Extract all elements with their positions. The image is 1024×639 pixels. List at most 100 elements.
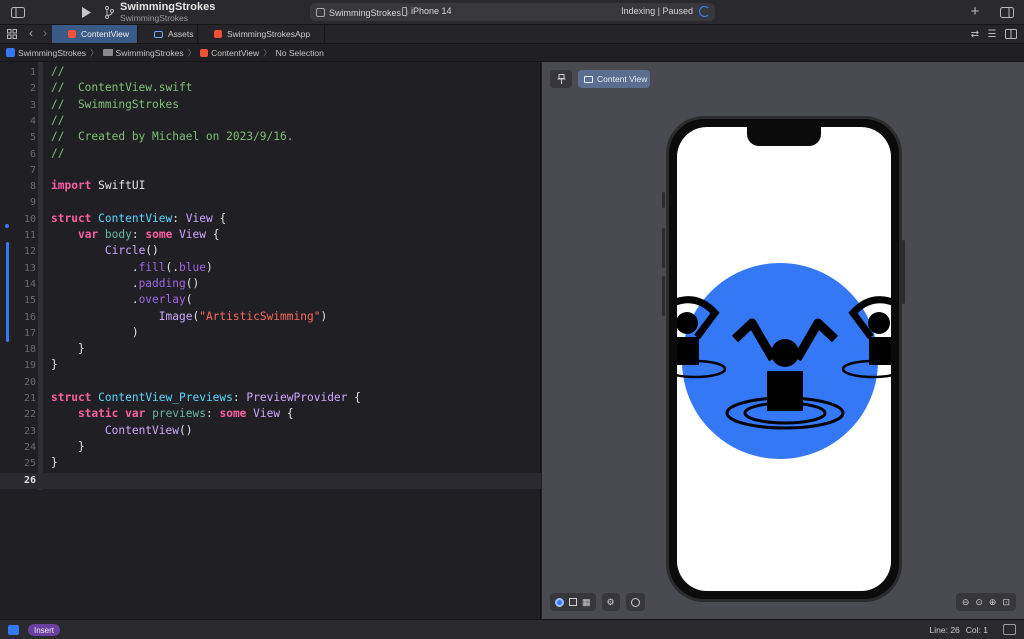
code-text: .overlay( [51,293,193,307]
line-number: 14 [23,278,36,290]
zoom-actual-icon[interactable]: ⊙ [975,597,983,608]
source-control-branch-icon[interactable] [100,4,118,20]
code-line[interactable]: 17 ) [0,326,541,342]
scheme-target[interactable]: SwimmingStrokes 〉 [316,6,414,19]
pin-icon[interactable] [550,70,572,88]
canvas-mode-group: ▦ [550,593,596,611]
related-items-icon[interactable]: ⇄ [966,26,984,42]
code-line[interactable]: 6 // [0,147,541,163]
tab-assets[interactable]: Assets [138,25,198,43]
sidebar-toggle-icon[interactable] [9,4,27,20]
code-line[interactable]: 9 [0,195,541,211]
code-text: } [51,342,85,356]
code-text: struct ContentView_Previews: PreviewProv… [51,391,361,404]
split-editor-icon[interactable] [1002,26,1020,42]
zoom-in-icon[interactable]: ⊕ [989,597,997,608]
code-line[interactable]: 22 static var previews: some View { [0,407,541,423]
tab-label: SwimmingStrokesApp [227,29,311,39]
code-line[interactable]: 14 .padding() [0,277,541,293]
code-line[interactable]: 19} [0,358,541,374]
code-line[interactable]: 4 // [0,114,541,130]
code-line[interactable]: 10 struct ContentView: View { [0,212,541,228]
line-number: 5 [29,132,36,144]
code-text: static var previews: some View { [77,407,294,421]
breadcrumb-file[interactable]: ContentView [200,48,259,58]
line-number: 2 [29,83,36,95]
tab-contentview[interactable]: ContentView [52,25,138,43]
content-view-preview-button[interactable]: Content View [578,70,650,88]
line-number: 13 [23,262,36,274]
debug-area-toggle-icon[interactable] [8,625,19,635]
code-line[interactable]: 24 } [0,440,541,456]
breadcrumb-selection[interactable]: No Selection [276,48,324,58]
line-number-label: Line: 26 [929,625,960,635]
line-number: 1 [29,67,36,78]
code-line[interactable]: 18 } [0,342,541,358]
zoom-out-icon[interactable]: ⊖ [962,597,970,608]
run-icon[interactable] [77,4,95,20]
preview-screen[interactable] [677,127,891,591]
phone-power-button [902,240,905,304]
folder-icon [102,49,113,56]
code-line[interactable]: 8 import SwiftUI [0,179,541,195]
artistic-swimming-preview [677,263,891,459]
code-line[interactable]: 20 [0,375,541,391]
insert-mode-badge: Insert [28,624,61,636]
column-number-label: Col: 1 [965,625,988,635]
tab-label: Assets [168,29,194,39]
variants-grid-icon[interactable]: ▦ [582,597,591,608]
code-line[interactable]: 16 Image("ArtisticSwimming") [0,310,541,326]
line-number: 26 [23,474,36,486]
inspector-toggle-icon[interactable] [998,4,1016,20]
tab-swimmingstrokesapp[interactable]: SwimmingStrokesApp [198,25,325,43]
code-line[interactable]: 11 var body: some View { [0,228,541,244]
preview-device-button[interactable] [625,593,645,611]
add-button[interactable]: + [966,3,984,20]
line-number: 12 [23,246,36,258]
code-line[interactable]: 12 Circle() [0,244,541,260]
code-line[interactable]: 25} [0,456,541,472]
code-line[interactable]: 15 .overlay( [0,293,541,309]
code-line[interactable]: 26 [0,472,541,489]
activity-status: Indexing | Paused [621,6,693,16]
breadcrumb-folder[interactable]: SwimmingStrokes [102,48,184,58]
phone-volume-down [662,276,665,316]
code-line[interactable]: 23 ContentView() [0,424,541,440]
code-line[interactable]: 5 // Created by Michael on 2023/9/16. [0,130,541,146]
code-line[interactable]: 3 // SwimmingStrokes [0,98,541,114]
asset-catalog-icon [154,30,163,38]
line-number: 7 [29,164,36,176]
code-line[interactable]: 2 // ContentView.swift [0,81,541,97]
line-number: 8 [29,181,36,193]
chevron-right-icon: 〉 [90,47,99,58]
line-number: 24 [23,441,36,453]
line-number: 6 [29,148,36,160]
scheme-device[interactable]: iPhone 14 [402,6,452,16]
code-text: var body: some View { [77,228,220,241]
panel-toggle-icon[interactable] [1003,624,1016,635]
live-mode-icon[interactable] [555,597,564,607]
code-text: ) [51,325,139,339]
code-line[interactable]: 13 .fill(.blue) [0,261,541,277]
code-text: struct ContentView: View { [51,211,227,225]
breadcrumb-label: SwimmingStrokes [18,47,87,58]
code-text: // Created by Michael on 2023/9/16. [51,130,294,144]
breadcrumb-project[interactable]: SwimmingStrokes [6,48,86,58]
zoom-fit-icon[interactable]: ⊡ [1002,597,1010,608]
content-view-label: Content View [597,74,648,84]
device-settings-button[interactable]: ⚙ [601,593,620,611]
scheme-device-label: iPhone 14 [411,6,452,16]
line-number: 4 [29,115,36,127]
editor-options-icon[interactable]: ☰ [983,26,1001,42]
grid-icon[interactable] [3,26,21,42]
code-line[interactable]: 21 struct ContentView_Previews: PreviewPr… [0,391,541,407]
code-editor[interactable]: 1 // 2 // ContentView.swift 3 // SwimmingStro… [0,62,541,619]
line-number: 25 [23,458,36,470]
canvas-mode-controls: ▦ ⚙ [550,593,645,611]
code-text: Image("ArtisticSwimming") [158,309,328,323]
selectable-mode-icon[interactable] [569,598,577,606]
breadcrumb-label: ContentView [211,47,260,58]
code-line[interactable]: 7 [0,163,541,179]
code-line[interactable]: 1 // [0,65,541,81]
scheme-selector[interactable]: SwimmingStrokes 〉 iPhone 14 Indexing | P… [310,3,715,21]
